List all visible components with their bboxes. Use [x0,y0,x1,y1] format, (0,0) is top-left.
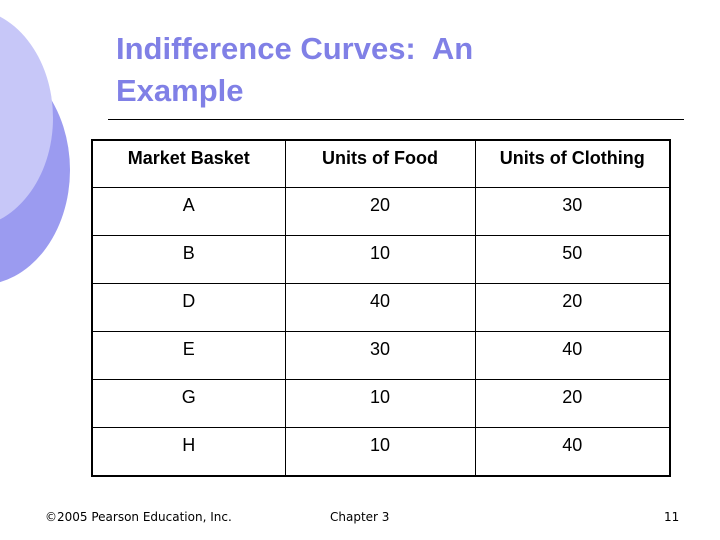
cell-clothing: 40 [474,427,671,477]
header-market-basket: Market Basket [91,139,286,188]
cell-food: 30 [284,331,476,380]
cell-basket: E [91,331,286,380]
cell-basket: B [91,235,286,284]
table-row: G 10 20 [91,379,671,428]
footer-page-number: 11 [664,510,680,524]
cell-clothing: 50 [474,235,671,284]
market-basket-table: Market Basket Units of Food Units of Clo… [91,139,671,477]
table-row: H 10 40 [91,427,671,477]
table-header-row: Market Basket Units of Food Units of Clo… [91,139,671,188]
title-divider [108,119,684,120]
footer-copyright: ©2005 Pearson Education, Inc. [45,510,232,524]
table-row: B 10 50 [91,235,671,284]
cell-clothing: 20 [474,379,671,428]
cell-clothing: 40 [474,331,671,380]
table-row: D 40 20 [91,283,671,332]
cell-basket: H [91,427,286,477]
cell-clothing: 20 [474,283,671,332]
cell-basket: D [91,283,286,332]
table-row: E 30 40 [91,331,671,380]
cell-clothing: 30 [474,187,671,236]
slide-title: Indifference Curves: An Example [116,31,474,108]
cell-food: 20 [284,187,476,236]
header-units-food: Units of Food [284,139,476,188]
footer-chapter: Chapter 3 [330,510,390,524]
cell-basket: A [91,187,286,236]
cell-food: 10 [284,427,476,477]
cell-food: 10 [284,379,476,428]
header-units-clothing: Units of Clothing [474,139,671,188]
table-row: A 20 30 [91,187,671,236]
cell-food: 40 [284,283,476,332]
cell-basket: G [91,379,286,428]
cell-food: 10 [284,235,476,284]
